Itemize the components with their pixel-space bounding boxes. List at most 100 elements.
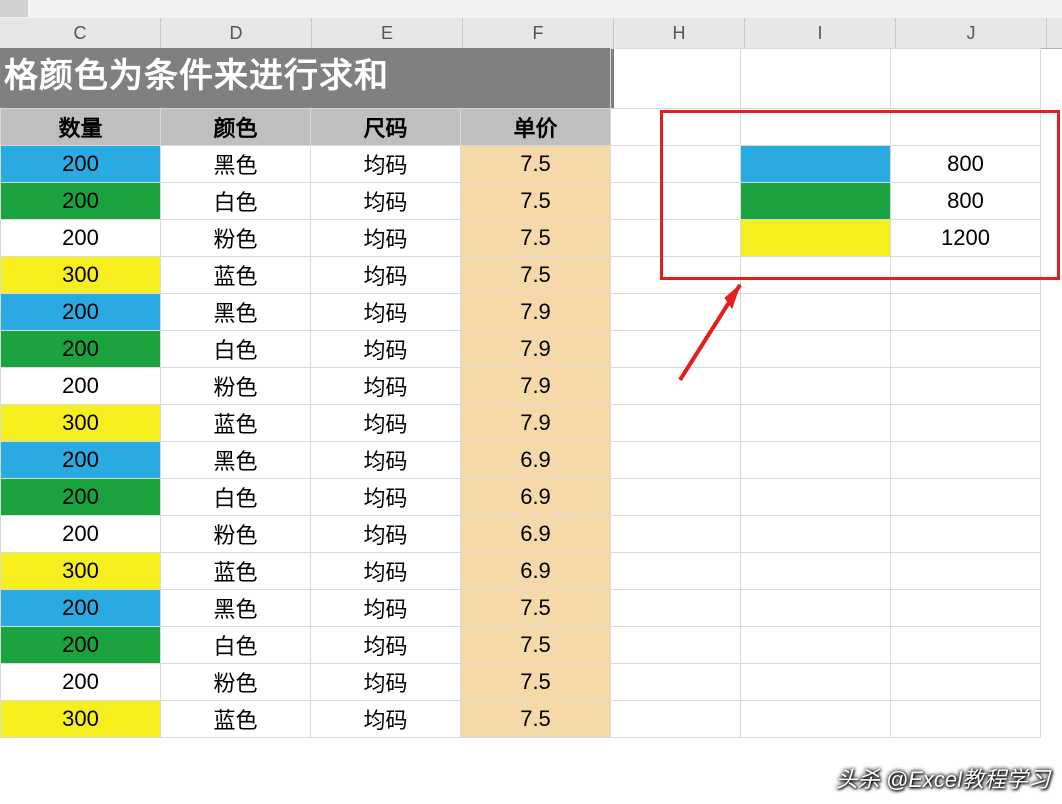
color-cell[interactable]: 粉色 xyxy=(161,664,311,701)
qty-cell[interactable]: 200 xyxy=(1,479,161,516)
price-cell[interactable]: 7.5 xyxy=(461,590,611,627)
cell[interactable] xyxy=(611,590,741,627)
col-header-J[interactable]: J xyxy=(896,18,1047,48)
summary-swatch[interactable] xyxy=(741,701,891,738)
size-cell[interactable]: 均码 xyxy=(311,627,461,664)
size-cell[interactable]: 均码 xyxy=(311,701,461,738)
price-cell[interactable]: 7.5 xyxy=(461,183,611,220)
size-cell[interactable]: 均码 xyxy=(311,442,461,479)
qty-cell[interactable]: 200 xyxy=(1,590,161,627)
summary-swatch[interactable] xyxy=(741,590,891,627)
color-cell[interactable]: 白色 xyxy=(161,479,311,516)
cell[interactable] xyxy=(611,553,741,590)
cell[interactable] xyxy=(611,627,741,664)
cell[interactable] xyxy=(611,664,741,701)
summary-value[interactable] xyxy=(891,701,1041,738)
qty-cell[interactable]: 200 xyxy=(1,331,161,368)
cell[interactable] xyxy=(161,49,311,109)
size-cell[interactable]: 均码 xyxy=(311,331,461,368)
summary-swatch[interactable] xyxy=(741,294,891,331)
qty-cell[interactable]: 200 xyxy=(1,442,161,479)
color-cell[interactable]: 黑色 xyxy=(161,294,311,331)
color-cell[interactable]: 黑色 xyxy=(161,146,311,183)
color-cell[interactable]: 黑色 xyxy=(161,442,311,479)
size-cell[interactable]: 均码 xyxy=(311,516,461,553)
price-cell[interactable]: 7.9 xyxy=(461,294,611,331)
table-header-price[interactable]: 单价 xyxy=(461,109,611,146)
size-cell[interactable]: 均码 xyxy=(311,368,461,405)
cell[interactable] xyxy=(611,479,741,516)
color-cell[interactable]: 蓝色 xyxy=(161,257,311,294)
size-cell[interactable]: 均码 xyxy=(311,479,461,516)
color-cell[interactable]: 粉色 xyxy=(161,368,311,405)
qty-cell[interactable]: 300 xyxy=(1,257,161,294)
color-cell[interactable]: 黑色 xyxy=(161,590,311,627)
color-cell[interactable]: 白色 xyxy=(161,627,311,664)
qty-cell[interactable]: 200 xyxy=(1,146,161,183)
size-cell[interactable]: 均码 xyxy=(311,664,461,701)
color-cell[interactable]: 蓝色 xyxy=(161,405,311,442)
col-header-E[interactable]: E xyxy=(312,18,463,48)
cell[interactable] xyxy=(1,49,161,109)
qty-cell[interactable]: 200 xyxy=(1,220,161,257)
summary-swatch[interactable] xyxy=(741,479,891,516)
price-cell[interactable]: 7.9 xyxy=(461,405,611,442)
size-cell[interactable]: 均码 xyxy=(311,220,461,257)
price-cell[interactable]: 6.9 xyxy=(461,516,611,553)
summary-swatch[interactable] xyxy=(741,442,891,479)
cell[interactable] xyxy=(611,405,741,442)
price-cell[interactable]: 7.5 xyxy=(461,664,611,701)
col-header-D[interactable]: D xyxy=(161,18,312,48)
table-header-qty[interactable]: 数量 xyxy=(1,109,161,146)
color-cell[interactable]: 白色 xyxy=(161,331,311,368)
cell[interactable] xyxy=(311,49,461,109)
summary-value[interactable] xyxy=(891,331,1041,368)
cell[interactable] xyxy=(611,49,741,109)
summary-value[interactable] xyxy=(891,627,1041,664)
col-header-I[interactable]: I xyxy=(745,18,896,48)
summary-swatch[interactable] xyxy=(741,627,891,664)
cell[interactable] xyxy=(611,442,741,479)
price-cell[interactable]: 7.5 xyxy=(461,257,611,294)
summary-swatch[interactable] xyxy=(741,368,891,405)
col-header-C[interactable]: C xyxy=(0,18,161,48)
size-cell[interactable]: 均码 xyxy=(311,405,461,442)
price-cell[interactable]: 7.5 xyxy=(461,627,611,664)
summary-value[interactable] xyxy=(891,479,1041,516)
summary-value[interactable] xyxy=(891,516,1041,553)
size-cell[interactable]: 均码 xyxy=(311,183,461,220)
qty-cell[interactable]: 300 xyxy=(1,405,161,442)
summary-value[interactable] xyxy=(891,553,1041,590)
size-cell[interactable]: 均码 xyxy=(311,590,461,627)
color-cell[interactable]: 蓝色 xyxy=(161,553,311,590)
cell[interactable] xyxy=(611,516,741,553)
table-header-size[interactable]: 尺码 xyxy=(311,109,461,146)
summary-value[interactable] xyxy=(891,368,1041,405)
summary-swatch[interactable] xyxy=(741,664,891,701)
qty-cell[interactable]: 200 xyxy=(1,516,161,553)
price-cell[interactable]: 7.5 xyxy=(461,701,611,738)
price-cell[interactable]: 6.9 xyxy=(461,442,611,479)
color-cell[interactable]: 粉色 xyxy=(161,220,311,257)
summary-swatch[interactable] xyxy=(741,553,891,590)
summary-value[interactable] xyxy=(891,405,1041,442)
summary-swatch[interactable] xyxy=(741,405,891,442)
qty-cell[interactable]: 200 xyxy=(1,627,161,664)
cell[interactable] xyxy=(611,701,741,738)
summary-value[interactable] xyxy=(891,294,1041,331)
qty-cell[interactable]: 300 xyxy=(1,553,161,590)
col-header-F[interactable]: F xyxy=(463,18,614,48)
size-cell[interactable]: 均码 xyxy=(311,294,461,331)
summary-value[interactable] xyxy=(891,442,1041,479)
col-header-H[interactable]: H xyxy=(614,18,745,48)
cell[interactable] xyxy=(741,49,891,109)
price-cell[interactable]: 6.9 xyxy=(461,479,611,516)
color-cell[interactable]: 白色 xyxy=(161,183,311,220)
price-cell[interactable]: 7.9 xyxy=(461,331,611,368)
summary-swatch[interactable] xyxy=(741,331,891,368)
cell[interactable] xyxy=(461,49,611,109)
color-cell[interactable]: 粉色 xyxy=(161,516,311,553)
summary-value[interactable] xyxy=(891,590,1041,627)
qty-cell[interactable]: 300 xyxy=(1,701,161,738)
price-cell[interactable]: 7.5 xyxy=(461,146,611,183)
